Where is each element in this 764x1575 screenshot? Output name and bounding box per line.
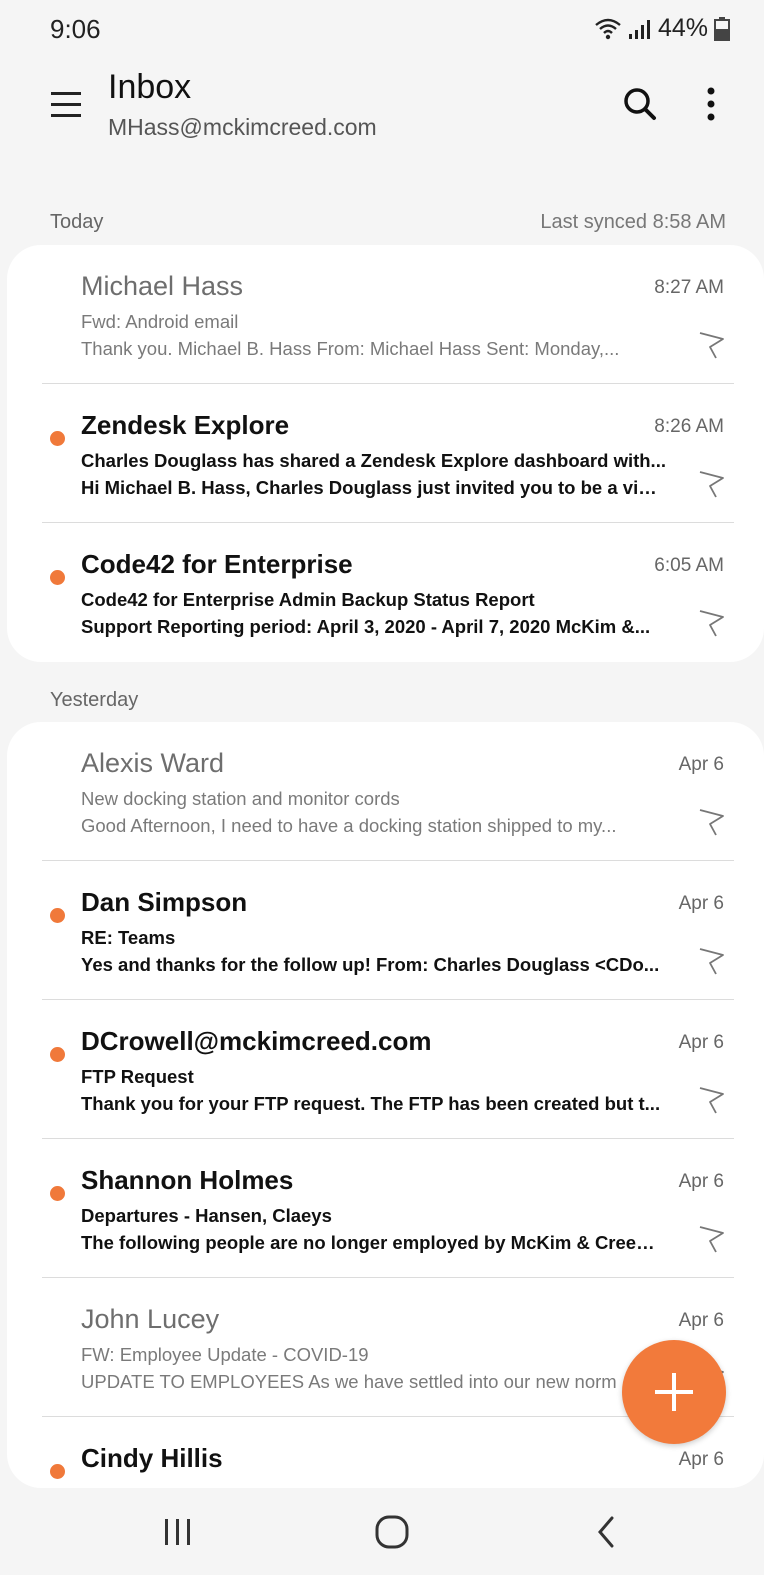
account-email: MHass@mckimcreed.com bbox=[108, 114, 377, 140]
last-synced: Last synced 8:58 AM bbox=[540, 211, 726, 233]
unread-dot bbox=[50, 1047, 65, 1062]
unread-dot bbox=[50, 1186, 65, 1201]
email-subject: Fwd: Android email bbox=[81, 311, 239, 332]
more-vert-icon bbox=[707, 87, 715, 121]
email-row[interactable]: Code42 for Enterprise Code42 for Enterpr… bbox=[7, 523, 764, 662]
email-preview: Support Reporting period: April 3, 2020 … bbox=[81, 616, 651, 637]
plus-icon bbox=[655, 1373, 693, 1411]
email-date: Apr 6 bbox=[678, 893, 724, 914]
compose-button[interactable] bbox=[622, 1340, 726, 1444]
email-row[interactable]: Michael Hass Fwd: Android email Thank yo… bbox=[7, 245, 764, 384]
unread-dot bbox=[50, 570, 65, 585]
email-date: Apr 6 bbox=[678, 1449, 724, 1470]
flag-icon[interactable] bbox=[696, 468, 726, 500]
email-preview: Yes and thanks for the follow up! From: … bbox=[81, 954, 660, 975]
email-row[interactable]: Shannon Holmes Departures - Hansen, Clae… bbox=[7, 1139, 764, 1278]
email-subject: Code42 for Enterprise Admin Backup Statu… bbox=[81, 589, 535, 610]
email-sender: DCrowell@mckimcreed.com bbox=[81, 1026, 432, 1056]
email-preview: The following people are no longer emplo… bbox=[81, 1232, 661, 1253]
status-time: 9:06 bbox=[50, 14, 101, 44]
back-icon[interactable] bbox=[588, 1512, 624, 1552]
email-preview: Hi Michael B. Hass, Charles Douglass jus… bbox=[81, 477, 661, 498]
email-subject: FTP Request bbox=[81, 1066, 194, 1087]
unread-dot bbox=[50, 1464, 65, 1479]
hamburger-icon bbox=[51, 92, 81, 117]
email-row[interactable]: Zendesk Explore Charles Douglass has sha… bbox=[7, 384, 764, 523]
battery-percent: 44% bbox=[657, 14, 708, 42]
email-sender: Shannon Holmes bbox=[81, 1165, 294, 1195]
email-subject: Charles Douglass has shared a Zendesk Ex… bbox=[81, 450, 666, 471]
wifi-icon bbox=[595, 18, 621, 39]
email-sender: Zendesk Explore bbox=[81, 410, 290, 440]
page-title: Inbox bbox=[108, 68, 192, 106]
system-nav-bar bbox=[0, 1490, 764, 1575]
email-sender: John Lucey bbox=[81, 1304, 220, 1334]
unread-dot bbox=[50, 431, 65, 446]
flag-icon[interactable] bbox=[696, 945, 726, 977]
email-date: Apr 6 bbox=[678, 1310, 724, 1331]
search-icon bbox=[624, 88, 656, 120]
flag-icon[interactable] bbox=[696, 1084, 726, 1116]
email-row[interactable]: Dan Simpson RE: Teams Yes and thanks for… bbox=[7, 861, 764, 1000]
signal-icon bbox=[628, 19, 650, 39]
app-bar: Inbox MHass@mckimcreed.com bbox=[0, 60, 764, 170]
battery-icon bbox=[714, 16, 730, 41]
flag-icon[interactable] bbox=[696, 1223, 726, 1255]
section-header-today: Today bbox=[50, 211, 104, 233]
email-row[interactable]: Alexis Ward New docking station and moni… bbox=[7, 722, 764, 861]
email-preview: Thank you for your FTP request. The FTP … bbox=[81, 1093, 661, 1114]
email-date: 8:26 AM bbox=[654, 416, 724, 437]
today-email-list: Michael Hass Fwd: Android email Thank yo… bbox=[7, 245, 764, 662]
section-header-yesterday: Yesterday bbox=[50, 689, 139, 711]
email-date: 6:05 AM bbox=[654, 555, 724, 576]
home-icon[interactable] bbox=[372, 1512, 412, 1552]
email-sender: Michael Hass bbox=[81, 271, 244, 301]
unread-dot bbox=[50, 908, 65, 923]
email-sender: Alexis Ward bbox=[81, 748, 225, 778]
email-date: Apr 6 bbox=[678, 754, 724, 775]
menu-button[interactable] bbox=[44, 82, 88, 126]
recent-apps-icon[interactable] bbox=[160, 1512, 196, 1552]
email-subject: FW: Employee Update - COVID-19 bbox=[81, 1344, 369, 1365]
email-date: Apr 6 bbox=[678, 1171, 724, 1192]
status-icons: 44% bbox=[594, 14, 730, 43]
email-preview: UPDATE TO EMPLOYEES As we have settled i… bbox=[81, 1371, 617, 1392]
email-subject: New docking station and monitor cords bbox=[81, 788, 400, 809]
email-sender: Cindy Hillis bbox=[81, 1443, 223, 1473]
more-options-button[interactable] bbox=[694, 80, 728, 128]
flag-icon[interactable] bbox=[696, 607, 726, 639]
email-subject: Departures - Hansen, Claeys bbox=[81, 1205, 332, 1226]
flag-icon[interactable] bbox=[696, 806, 726, 838]
email-sender: Dan Simpson bbox=[81, 887, 248, 917]
email-date: 8:27 AM bbox=[654, 277, 724, 298]
email-subject: RE: Teams bbox=[81, 927, 176, 948]
email-date: Apr 6 bbox=[678, 1032, 724, 1053]
email-preview: Good Afternoon, I need to have a docking… bbox=[81, 815, 617, 836]
email-preview: Thank you. Michael B. Hass From: Michael… bbox=[81, 338, 620, 359]
search-button[interactable] bbox=[616, 80, 664, 128]
email-sender: Code42 for Enterprise bbox=[81, 549, 353, 579]
flag-icon[interactable] bbox=[696, 329, 726, 361]
email-row[interactable]: DCrowell@mckimcreed.com FTP Request Than… bbox=[7, 1000, 764, 1139]
status-bar: 9:06 44% bbox=[0, 0, 764, 60]
